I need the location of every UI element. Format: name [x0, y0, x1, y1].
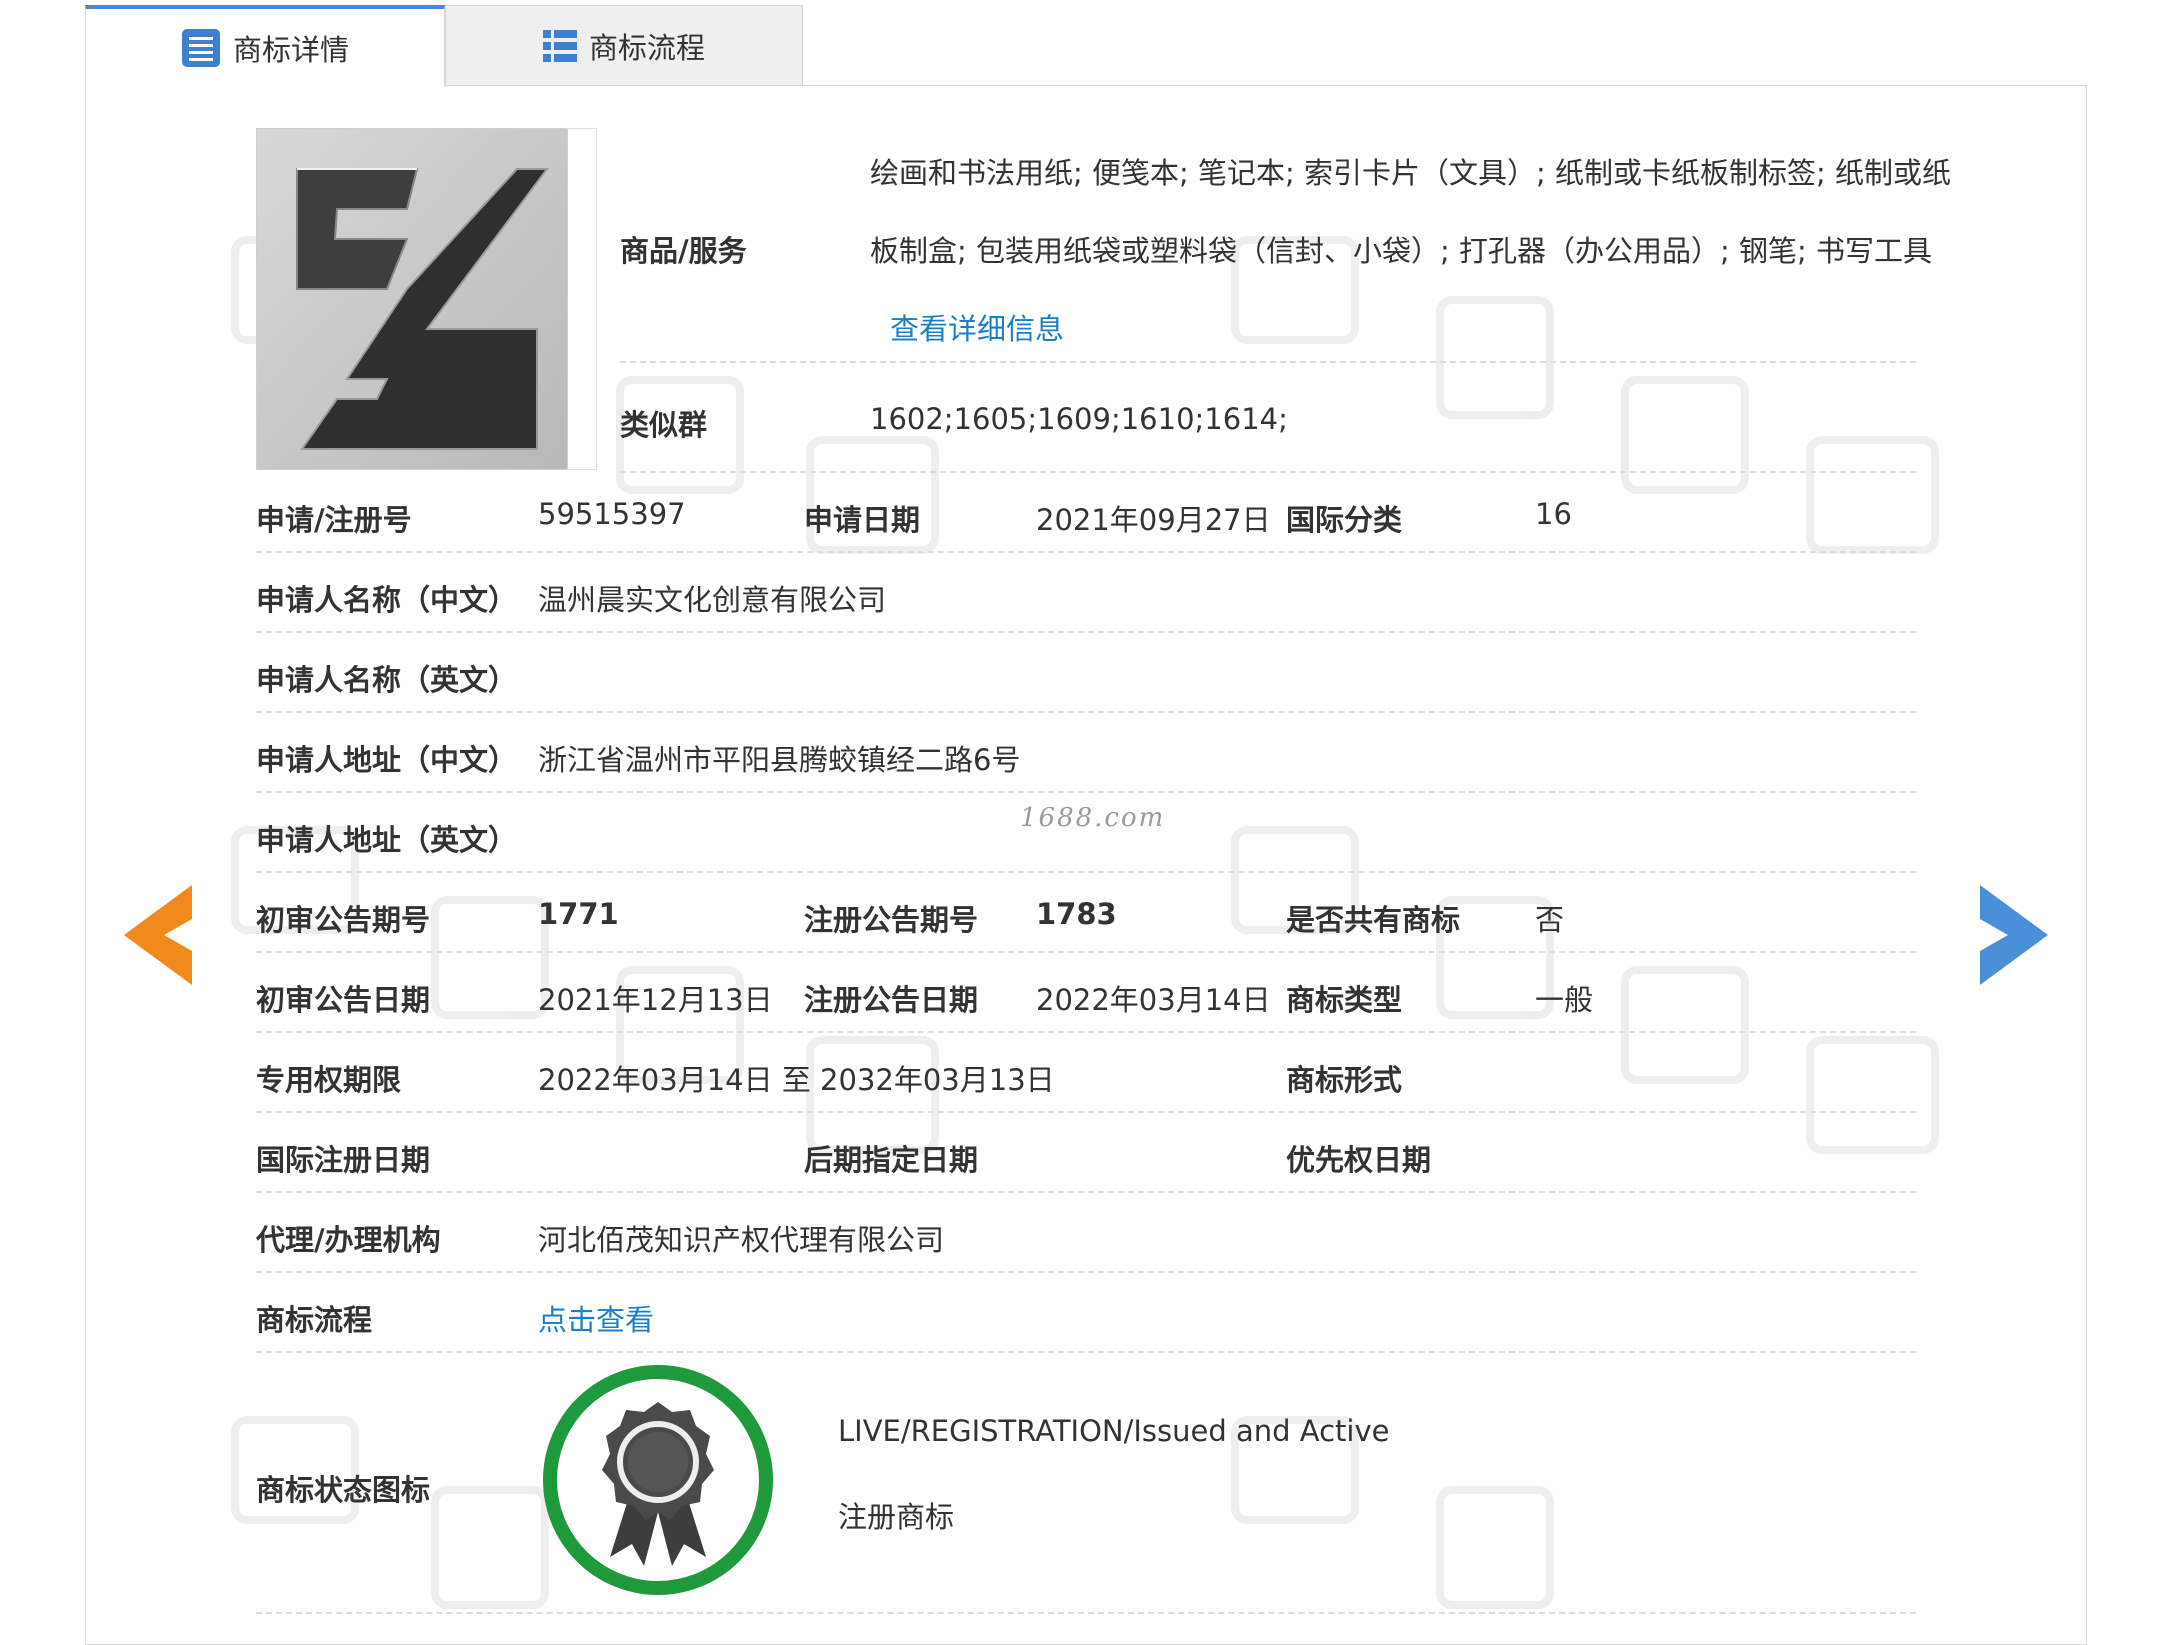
agent-label: 代理/办理机构: [256, 1223, 441, 1257]
goods-text-line2: 板制盒; 包装用纸袋或塑料袋（信封、小袋）; 打孔器（办公用品）; 钢笔; 书写…: [870, 234, 1932, 268]
award-badge-icon: [540, 1362, 776, 1598]
divider: [256, 1031, 1916, 1033]
apply-date-label: 申请日期: [804, 503, 921, 537]
tab-trademark-details[interactable]: 商标详情: [85, 5, 445, 87]
mark-type-label: 商标类型: [1286, 983, 1403, 1017]
divider: [256, 1191, 1916, 1193]
divider: [620, 471, 1916, 473]
list-doc-icon: [181, 28, 221, 68]
exclusive-period-label: 专用权期限: [256, 1063, 402, 1097]
trademark-image: [256, 128, 568, 470]
next-arrow-button[interactable]: [1980, 885, 2048, 989]
view-flow-link[interactable]: 点击查看: [538, 1297, 654, 1339]
trademark-image-frame: [566, 128, 597, 470]
divider: [256, 1111, 1916, 1113]
arrow-right-icon: [1980, 885, 2048, 985]
divider: [256, 711, 1916, 713]
trademark-flow-label: 商标流程: [256, 1303, 373, 1337]
priority-date-label: 优先权日期: [1286, 1143, 1432, 1177]
divider: [256, 631, 1916, 633]
mark-type-value: 一般: [1535, 983, 1594, 1017]
goods-text-line1: 绘画和书法用纸; 便笺本; 笔记本; 索引卡片（文具）; 纸制或卡纸板制标签; …: [870, 156, 1951, 190]
exclusive-period-value: 2022年03月14日 至 2032年03月13日: [538, 1063, 1055, 1097]
status-text-cn: 注册商标: [838, 1500, 955, 1534]
divider: [256, 951, 1916, 953]
prelim-pub-no-label: 初审公告期号: [256, 903, 431, 937]
divider: [256, 1612, 1916, 1614]
prelim-pub-no-value: 1771: [538, 897, 619, 931]
prelim-pub-date-label: 初审公告日期: [256, 983, 431, 1017]
apply-date-value: 2021年09月27日: [1036, 503, 1271, 537]
prelim-pub-date-value: 2021年12月13日: [538, 983, 773, 1017]
divider: [256, 1271, 1916, 1273]
divider: [256, 791, 1916, 793]
intl-class-label: 国际分类: [1286, 503, 1403, 537]
divider: [256, 871, 1916, 873]
reg-no-label: 申请/注册号: [256, 503, 412, 537]
agent-value: 河北佰茂知识产权代理有限公司: [538, 1223, 945, 1257]
intl-class-value: 16: [1535, 497, 1572, 531]
applicant-addr-cn-label: 申请人地址（中文）: [256, 743, 518, 777]
reg-pub-no-value: 1783: [1036, 897, 1117, 931]
reg-pub-no-label: 注册公告期号: [804, 903, 979, 937]
mark-form-label: 商标形式: [1286, 1063, 1403, 1097]
intl-reg-date-label: 国际注册日期: [256, 1143, 431, 1177]
reg-pub-date-label: 注册公告日期: [804, 983, 979, 1017]
applicant-name-en-label: 申请人名称（英文）: [256, 663, 518, 697]
reg-no-value: 59515397: [538, 497, 686, 531]
shared-mark-label: 是否共有商标: [1286, 903, 1461, 937]
applicant-name-cn-label: 申请人名称（中文）: [256, 583, 518, 617]
arrow-left-icon: [124, 885, 192, 985]
previous-arrow-button[interactable]: [124, 885, 192, 989]
status-text-en: LIVE/REGISTRATION/Issued and Active: [838, 1414, 1390, 1448]
applicant-addr-cn-value: 浙江省温州市平阳县腾蛟镇经二路6号: [538, 743, 1021, 777]
divider: [620, 361, 1916, 363]
divider: [256, 551, 1916, 553]
similar-group-value: 1602;1605;1609;1610;1614;: [870, 402, 1288, 436]
applicant-name-cn-value: 温州晨实文化创意有限公司: [538, 583, 887, 617]
later-designation-date-label: 后期指定日期: [804, 1143, 979, 1177]
tab-label: 商标详情: [232, 33, 349, 67]
shared-mark-value: 否: [1535, 903, 1565, 937]
similar-group-label: 类似群: [620, 408, 708, 442]
goods-label: 商品/服务: [620, 234, 747, 268]
view-details-link[interactable]: 查看详细信息: [890, 306, 1064, 348]
reg-pub-date-value: 2022年03月14日: [1036, 983, 1271, 1017]
watermark-text: 1688.com: [1020, 803, 1166, 833]
status-icon-label: 商标状态图标: [256, 1473, 431, 1507]
divider: [256, 1351, 1916, 1353]
applicant-addr-en-label: 申请人地址（英文）: [256, 823, 518, 857]
